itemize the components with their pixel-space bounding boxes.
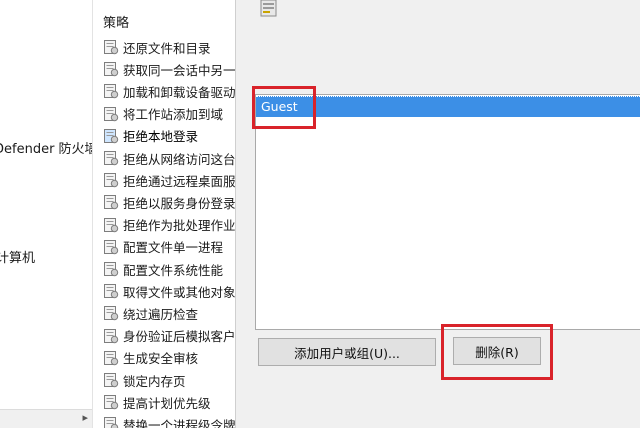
policy-item[interactable]: 配置文件系统性能	[103, 258, 235, 280]
policy-item[interactable]: 替换一个进程级令牌	[103, 413, 235, 428]
policy-item[interactable]: 拒绝作为批处理作业	[103, 214, 235, 236]
policy-item[interactable]: 生成安全审核	[103, 347, 235, 369]
policy-item[interactable]: 拒绝以服务身份登录	[103, 191, 235, 213]
policy-label: 拒绝本地登录	[123, 129, 199, 145]
policy-item[interactable]: 配置文件单一进程	[103, 236, 235, 258]
policy-item[interactable]: 拒绝通过远程桌面服	[103, 169, 235, 191]
policy-label: 获取同一会话中另一	[123, 62, 235, 78]
policy-icon	[103, 106, 119, 122]
policy-icon	[103, 128, 119, 144]
policy-label: 配置文件单一进程	[123, 240, 224, 256]
policy-label: 拒绝作为批处理作业	[123, 218, 235, 234]
policy-label: 加载和卸载设备驱动	[123, 84, 235, 100]
policy-icon	[103, 194, 119, 210]
tree-item-defender-firewall[interactable]: Defender 防火墙	[0, 138, 92, 157]
policy-icon	[103, 172, 119, 188]
policy-item[interactable]: 加载和卸载设备驱动	[103, 80, 235, 102]
policy-item[interactable]: 提高计划优先级	[103, 391, 235, 413]
policy-item[interactable]: 拒绝本地登录	[103, 125, 235, 147]
policy-icon	[103, 261, 119, 277]
policy-icon	[103, 350, 119, 366]
policy-label: 拒绝从网络访问这台	[123, 151, 235, 167]
policy-properties-dialog: Guest 添加用户或组(U)... 删除(R)	[235, 0, 640, 428]
policy-label: 提高计划优先级	[123, 395, 211, 411]
policy-column-header[interactable]: 策略	[103, 12, 129, 31]
tree-item-label: 计算机	[0, 251, 36, 266]
policy-list-pane: 策略 还原文件和目录获取同一会话中另一 加载和卸载设备驱动 将工作站添加到域 拒绝本地…	[93, 0, 235, 428]
policy-icon	[103, 372, 119, 388]
policy-icon	[103, 217, 119, 233]
policy-label: 替换一个进程级令牌	[123, 417, 235, 428]
tree-horizontal-scrollbar[interactable]: ▸	[0, 409, 92, 428]
policy-label: 拒绝通过远程桌面服	[123, 173, 235, 189]
policy-icon	[103, 150, 119, 166]
policy-icon	[103, 39, 119, 55]
policy-item[interactable]: 还原文件和目录	[103, 36, 235, 58]
policy-item[interactable]: 锁定内存页	[103, 369, 235, 391]
policy-settings-icon	[258, 0, 280, 18]
policy-icon	[103, 394, 119, 410]
policy-label: 绕过遍历检查	[123, 306, 199, 322]
policy-item[interactable]: 拒绝从网络访问这台	[103, 147, 235, 169]
console-tree: Defender 防火墙 计算机 ▸	[0, 0, 93, 428]
user-group-list[interactable]: Guest	[255, 94, 640, 330]
policy-label: 将工作站添加到域	[123, 107, 224, 123]
policy-icon	[103, 283, 119, 299]
policy-icon	[103, 61, 119, 77]
user-list-item[interactable]: Guest	[256, 96, 640, 117]
policy-label: 生成安全审核	[123, 351, 199, 367]
policy-icon	[103, 305, 119, 321]
policy-item[interactable]: 绕过遍历检查	[103, 302, 235, 324]
user-name: Guest	[261, 99, 298, 114]
policy-label: 拒绝以服务身份登录	[123, 195, 235, 211]
policy-label: 配置文件系统性能	[123, 262, 224, 278]
policy-icon	[103, 416, 119, 428]
policy-item[interactable]: 将工作站添加到域	[103, 103, 235, 125]
tree-item-computer[interactable]: 计算机	[0, 247, 35, 266]
policy-label: 锁定内存页	[123, 373, 186, 389]
policy-icon	[103, 239, 119, 255]
add-user-or-group-button[interactable]: 添加用户或组(U)...	[258, 338, 436, 366]
policy-icon	[103, 83, 119, 99]
policy-item[interactable]: 获取同一会话中另一	[103, 58, 235, 80]
policy-label: 取得文件或其他对象	[123, 284, 235, 300]
scroll-right-arrow-icon[interactable]: ▸	[82, 411, 88, 424]
policy-item[interactable]: 身份验证后模拟客户	[103, 325, 235, 347]
policy-icon	[103, 328, 119, 344]
policy-label: 还原文件和目录	[123, 40, 211, 56]
policy-item[interactable]: 取得文件或其他对象	[103, 280, 235, 302]
tree-item-label: Defender 防火墙	[0, 142, 92, 157]
remove-button[interactable]: 删除(R)	[453, 337, 541, 365]
policy-label: 身份验证后模拟客户	[123, 329, 235, 345]
